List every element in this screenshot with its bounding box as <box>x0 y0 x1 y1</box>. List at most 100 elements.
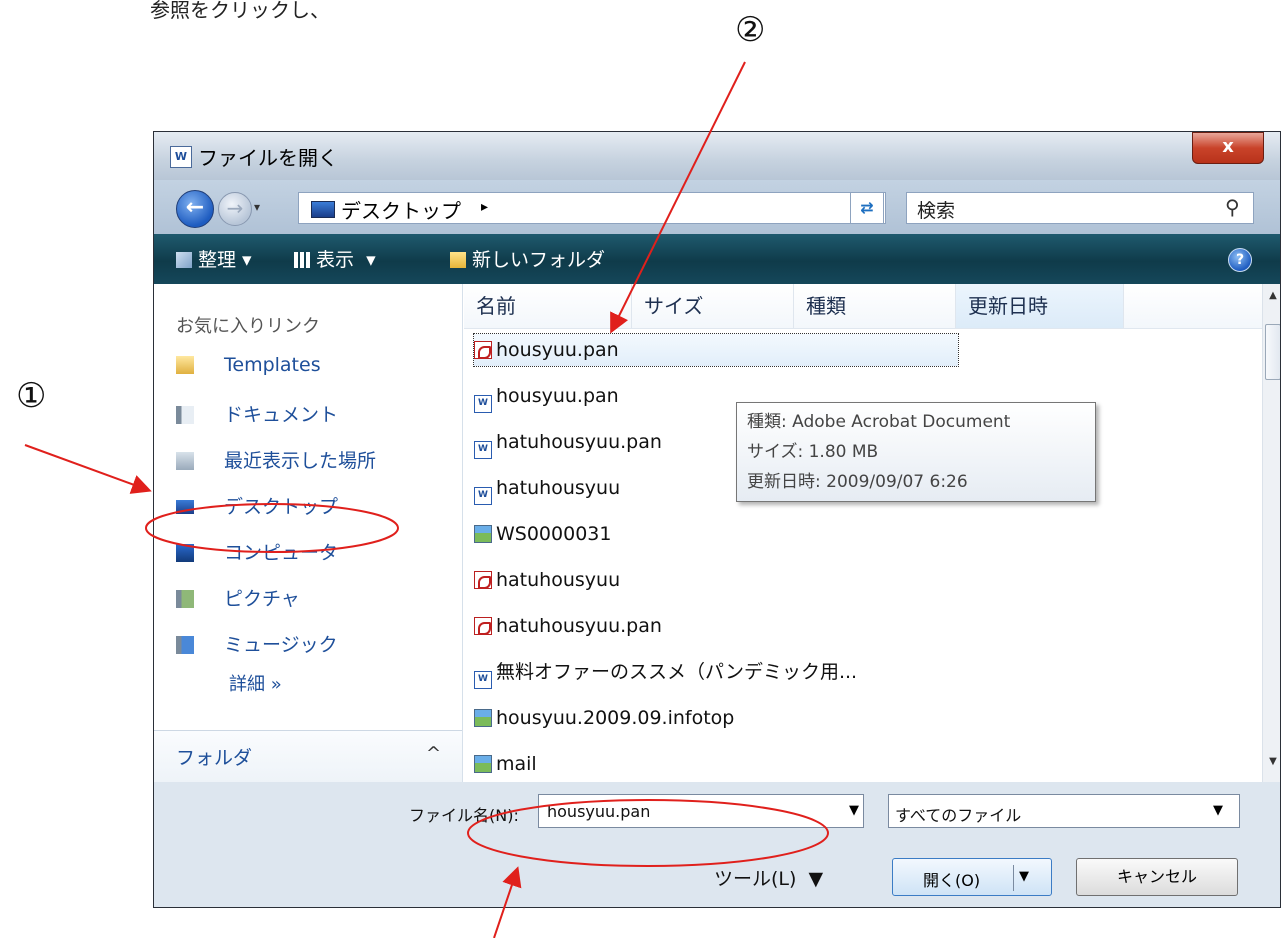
file-row[interactable]: hatuhousyuu.pan <box>474 610 954 642</box>
sidebar-item-label: ピクチャ <box>224 588 300 610</box>
sidebar-item-label: 最近表示した場所 <box>224 450 377 472</box>
refresh-icon[interactable]: ⇄ <box>850 192 884 224</box>
word-app-icon: W <box>170 146 192 168</box>
file-name: 無料オファーのススメ（パンデミック用... <box>496 661 858 683</box>
pdf-icon <box>474 617 492 635</box>
filetype-select[interactable]: すべてのファイル ▼ <box>888 794 1240 828</box>
organize-label: 整理 <box>198 249 237 271</box>
column-size[interactable]: サイズ <box>632 284 794 328</box>
tooltip-modified: 更新日時: 2009/09/07 6:26 <box>747 472 968 492</box>
organize-button[interactable]: 整理 ▾ <box>176 245 252 272</box>
file-name: hatuhousyuu.pan <box>496 431 662 453</box>
file-row[interactable]: WS0000031 <box>474 518 954 550</box>
scroll-down-icon[interactable]: ▼ <box>1263 756 1280 767</box>
favorite-links-heading: お気に入りリンク <box>176 316 320 337</box>
sidebar-item-recent-places[interactable]: 最近表示した場所 <box>176 446 376 478</box>
new-folder-button[interactable]: 新しいフォルダ <box>450 245 605 272</box>
sidebar-item-templates[interactable]: Templates <box>176 354 321 386</box>
column-type[interactable]: 種類 <box>794 284 956 328</box>
file-row-selected[interactable]: housyuu.pan <box>473 333 959 367</box>
navigation-pane: お気に入りリンク Templates ドキュメント 最近表示した場所 デスクトッ… <box>154 284 463 783</box>
image-icon <box>474 755 492 773</box>
dialog-title: ファイルを開く <box>198 146 338 170</box>
sidebar-item-label: ドキュメント <box>224 404 339 426</box>
sidebar-item-label: デスクトップ <box>224 496 339 518</box>
sidebar-item-pictures[interactable]: ピクチャ <box>176 584 300 616</box>
file-name: hatuhousyuu <box>496 477 621 499</box>
back-arrow-icon[interactable]: ← <box>176 190 214 228</box>
file-name: mail <box>496 753 537 775</box>
file-row[interactable]: hatuhousyuu <box>474 564 954 596</box>
file-name: housyuu.2009.09.infotop <box>496 707 735 729</box>
file-name: hatuhousyuu <box>496 569 621 591</box>
file-name: housyuu.pan <box>496 339 619 361</box>
view-button[interactable]: 表示 ▾ <box>294 245 376 272</box>
chevron-up-icon: ^ <box>426 743 442 764</box>
filename-input[interactable]: housyuu.pan ▼ <box>538 794 864 828</box>
file-name: housyuu.pan <box>496 385 619 407</box>
file-row[interactable]: housyuu.2009.09.infotop <box>474 702 954 734</box>
title-bar: W ファイルを開く x <box>154 132 1280 180</box>
filetype-dropdown-icon[interactable]: ▼ <box>1213 803 1223 818</box>
sidebar-item-label: コンピュータ <box>224 542 339 564</box>
dialog-body: お気に入りリンク Templates ドキュメント 最近表示した場所 デスクトッ… <box>154 284 1280 798</box>
music-icon <box>176 636 194 654</box>
open-button[interactable]: 開く(O) ▼ <box>892 858 1052 896</box>
forward-arrow-icon[interactable]: → <box>218 192 252 226</box>
vertical-scrollbar[interactable]: ▲ ▼ <box>1262 284 1280 782</box>
desktop-icon <box>176 500 194 514</box>
command-toolbar: 整理 ▾ 表示 ▾ 新しいフォルダ ? <box>154 234 1280 284</box>
search-input[interactable]: 検索 ⚲ <box>906 192 1254 224</box>
cancel-button[interactable]: キャンセル <box>1076 858 1238 896</box>
search-placeholder: 検索 <box>917 200 956 222</box>
desktop-icon <box>311 201 335 218</box>
address-bar[interactable]: デスクトップ ▸ ▼ <box>298 192 967 224</box>
tools-label: ツール(L) <box>714 868 797 890</box>
column-header-row: 名前 サイズ 種類 更新日時 <box>464 284 1264 329</box>
search-icon[interactable]: ⚲ <box>1225 195 1240 219</box>
more-links-button[interactable]: 詳細 » <box>229 670 282 696</box>
word-doc-icon: W <box>474 395 492 413</box>
filename-dropdown-icon[interactable]: ▼ <box>849 803 859 818</box>
marker-2: ② <box>735 10 766 50</box>
help-icon[interactable]: ? <box>1228 248 1252 272</box>
column-date-modified[interactable]: 更新日時 <box>956 284 1124 328</box>
organize-icon <box>176 252 192 268</box>
scrollbar-thumb[interactable] <box>1265 324 1280 380</box>
documents-icon <box>176 406 194 424</box>
dialog-footer: ファイル名(N): housyuu.pan ▼ すべてのファイル ▼ ツール(L… <box>154 782 1280 907</box>
close-button[interactable]: x <box>1192 132 1264 164</box>
folders-toggle[interactable]: フォルダ ^ <box>154 730 462 783</box>
marker-1: ① <box>16 376 47 416</box>
folders-label: フォルダ <box>176 747 253 769</box>
image-icon <box>474 709 492 727</box>
file-name: hatuhousyuu.pan <box>496 615 662 637</box>
open-dropdown-icon[interactable]: ▼ <box>1019 869 1029 884</box>
file-info-tooltip: 種類: Adobe Acrobat Document サイズ: 1.80 MB … <box>736 402 1096 502</box>
file-row[interactable]: W 無料オファーのススメ（パンデミック用... <box>474 656 1034 689</box>
file-name: WS0000031 <box>496 523 612 545</box>
column-name[interactable]: 名前 <box>464 284 632 328</box>
new-folder-icon <box>450 252 466 268</box>
tooltip-type: 種類: Adobe Acrobat Document <box>747 412 1011 432</box>
sidebar-item-music[interactable]: ミュージック <box>176 630 338 662</box>
pictures-icon <box>176 590 194 608</box>
address-text: デスクトップ <box>341 199 461 223</box>
scroll-up-icon[interactable]: ▲ <box>1263 290 1280 301</box>
sidebar-item-label: ミュージック <box>224 634 338 656</box>
file-row[interactable]: mail <box>474 748 954 780</box>
history-dropdown-icon[interactable]: ▾ <box>254 200 260 214</box>
sidebar-item-label: Templates <box>224 354 321 376</box>
tooltip-size: サイズ: 1.80 MB <box>747 442 879 462</box>
sidebar-item-documents[interactable]: ドキュメント <box>176 400 338 432</box>
word-doc-icon: W <box>474 487 492 505</box>
sidebar-item-desktop[interactable]: デスクトップ <box>176 492 338 524</box>
sidebar-item-computer[interactable]: コンピュータ <box>176 538 338 570</box>
filename-value: housyuu.pan <box>547 802 651 821</box>
recent-places-icon <box>176 452 194 470</box>
pdf-icon <box>474 571 492 589</box>
tools-button[interactable]: ツール(L) ▼ <box>714 864 823 891</box>
chevron-right-icon[interactable]: ▸ <box>481 199 488 215</box>
annotation-arrow-1 <box>24 444 152 494</box>
folder-icon <box>176 356 194 374</box>
